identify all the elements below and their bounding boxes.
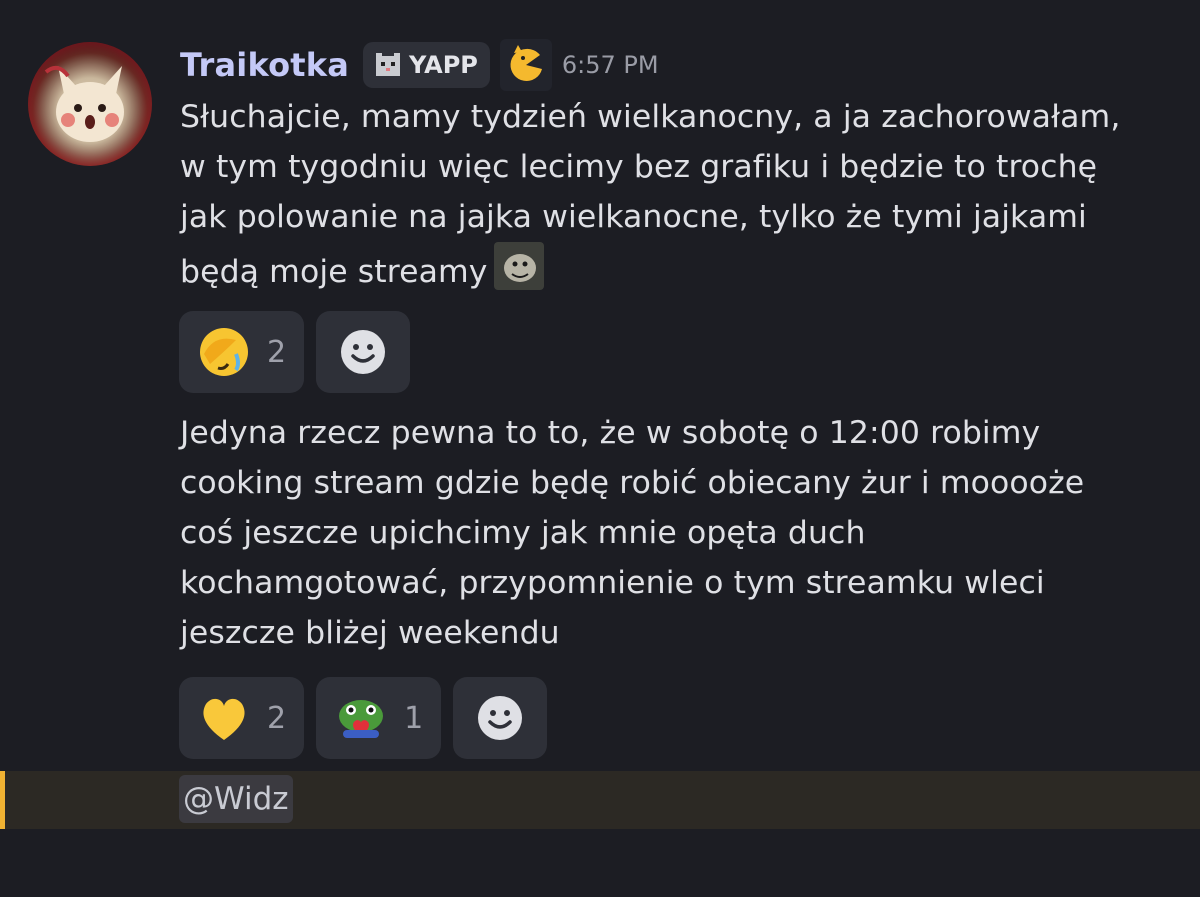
mention-highlight: @Widz	[0, 771, 1200, 829]
face-palm-crying-emoji	[195, 323, 253, 381]
reaction-frog-heart[interactable]: 1	[316, 677, 442, 759]
yellow-heart-emoji	[195, 689, 253, 747]
smiley-add-reaction-icon	[478, 696, 523, 740]
mention-widz[interactable]: @Widz	[179, 775, 293, 823]
frog-heart-emoji	[332, 689, 390, 747]
add-reaction-button[interactable]	[453, 677, 548, 759]
message-header: Traikotka YAPP 6:57 PM	[180, 38, 659, 92]
message-text: Jedyna rzecz pewna to to, że w sobotę o …	[180, 415, 1085, 651]
username[interactable]: Traikotka	[180, 46, 349, 84]
timestamp: 6:57 PM	[561, 51, 659, 79]
reaction-count: 2	[267, 700, 287, 736]
pacman-cat-icon[interactable]	[499, 39, 552, 91]
reaction-count: 2	[267, 334, 287, 370]
guild-tag-label: YAPP	[409, 51, 478, 79]
custom-creature-emoji[interactable]	[493, 242, 544, 290]
pikachu-avatar-icon	[44, 65, 124, 142]
reactions-row: 2 1	[179, 677, 548, 759]
reaction-face-palm[interactable]: 2	[179, 311, 305, 393]
smiley-add-reaction-icon	[341, 330, 386, 374]
pixel-cat-icon	[376, 53, 401, 76]
reaction-count: 1	[404, 700, 424, 736]
reaction-yellow-heart[interactable]: 2	[179, 677, 305, 759]
mention-accent-bar	[0, 771, 5, 829]
add-reaction-button[interactable]	[316, 311, 411, 393]
reactions-row: 2	[179, 311, 411, 393]
guild-tag[interactable]: YAPP	[363, 42, 490, 88]
message-text: Słuchajcie, mamy tydzień wielkanocny, a …	[180, 92, 1170, 297]
message-body: Słuchajcie, mamy tydzień wielkanocny, a …	[180, 99, 1121, 290]
user-avatar[interactable]	[28, 42, 152, 166]
